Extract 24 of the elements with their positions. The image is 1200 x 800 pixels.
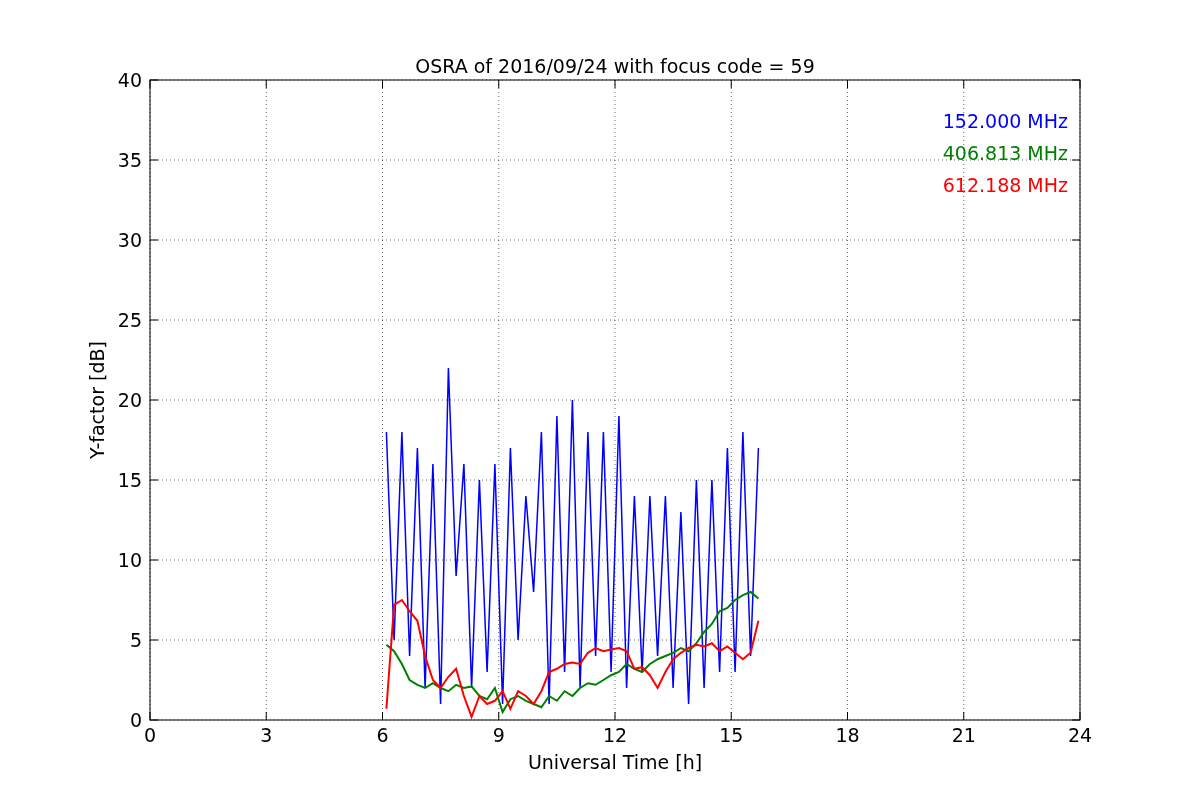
legend-label: 152.000 MHz <box>942 110 1068 132</box>
tick-label: 6 <box>376 724 389 746</box>
tick-label: 5 <box>129 629 142 651</box>
tick-label: 9 <box>492 724 505 746</box>
tick-label: 30 <box>117 229 142 251</box>
tick-label: 0 <box>129 709 142 731</box>
tick-label: 35 <box>117 149 142 171</box>
legend-label: 612.188 MHz <box>942 174 1068 196</box>
tick-label: 15 <box>719 724 744 746</box>
tick-label: 21 <box>951 724 976 746</box>
axis-label: Universal Time [h] <box>527 751 703 773</box>
tick-label: 10 <box>117 549 142 571</box>
tick-label: 40 <box>117 69 142 91</box>
tick-label: 25 <box>117 309 142 331</box>
tick-label: 0 <box>143 724 157 746</box>
legend-label: 406.813 MHz <box>942 142 1068 164</box>
tick-label: 15 <box>117 469 142 491</box>
tick-label: 18 <box>835 724 860 746</box>
axis-label: Y-factor [dB] <box>86 341 108 459</box>
tick-label: 24 <box>1067 724 1093 746</box>
tick-label: 3 <box>260 724 273 746</box>
chart-title: OSRA of 2016/09/24 with focus code = 59 <box>415 55 815 77</box>
tick-label: 20 <box>117 389 142 411</box>
tick-label: 12 <box>602 724 628 746</box>
